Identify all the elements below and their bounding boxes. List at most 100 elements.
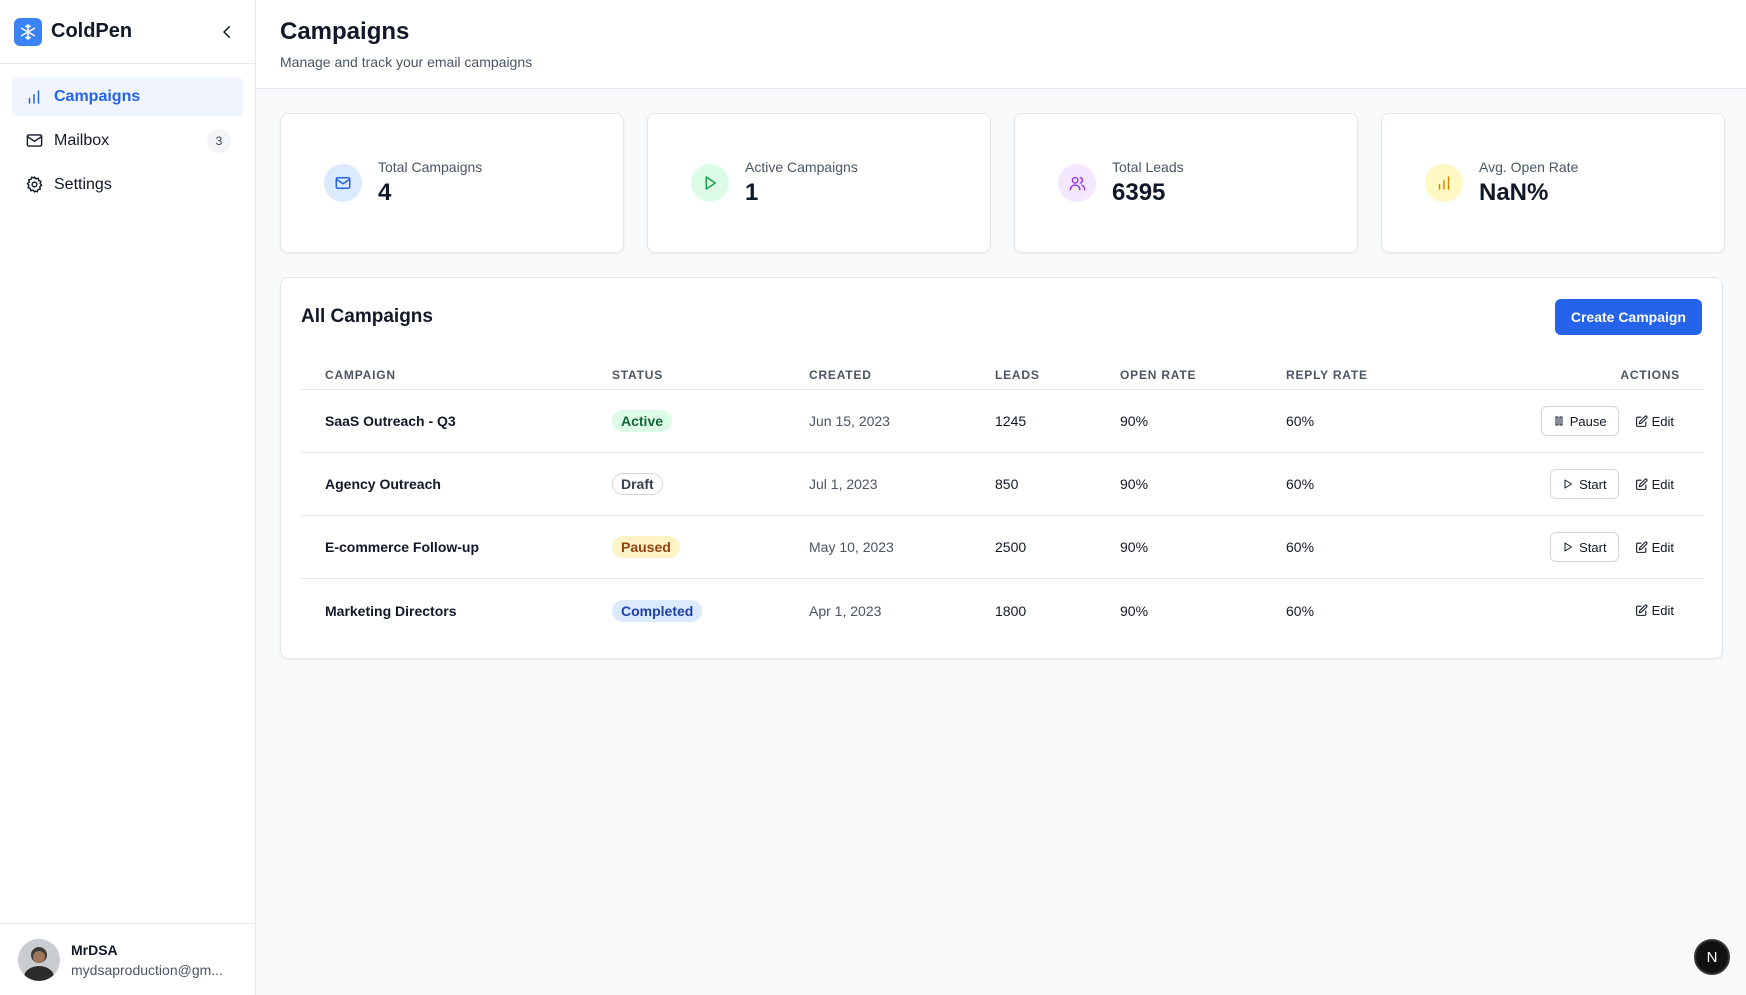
- column-header-campaign: CAMPAIGN: [325, 368, 396, 382]
- user-email: mydsaproduction@gm...: [71, 961, 223, 978]
- stat-label: Total Campaigns: [378, 159, 483, 175]
- stat-label: Avg. Open Rate: [1479, 159, 1579, 175]
- play-icon: [691, 164, 729, 202]
- column-header-created: CREATED: [809, 368, 872, 382]
- stat-value: 6395: [1112, 179, 1166, 206]
- column-header-actions: ACTIONS: [1620, 368, 1680, 382]
- stat-card-active-campaigns: Active Campaigns 1: [647, 113, 991, 253]
- reply-rate: 60%: [1286, 539, 1315, 555]
- gear-icon: [24, 175, 44, 195]
- status-badge: Paused: [612, 536, 680, 558]
- framework-badge[interactable]: N: [1694, 939, 1730, 975]
- table-title: All Campaigns: [301, 306, 433, 327]
- start-button[interactable]: Start: [1550, 532, 1619, 562]
- play-icon: [1562, 541, 1574, 553]
- pause-button[interactable]: Pause: [1540, 406, 1619, 436]
- edit-button[interactable]: Edit: [1629, 596, 1680, 626]
- row-actions: Start Edit: [1550, 532, 1680, 562]
- start-label: Start: [1579, 539, 1607, 555]
- edit-label: Edit: [1651, 603, 1674, 618]
- edit-button[interactable]: Edit: [1629, 532, 1680, 562]
- reply-rate: 60%: [1286, 413, 1315, 429]
- table-header-row: CAMPAIGN STATUS CREATED LEADS OPEN RATE …: [301, 356, 1704, 390]
- created-date: Apr 1, 2023: [809, 602, 882, 619]
- start-button[interactable]: Start: [1550, 469, 1619, 499]
- created-date: Jul 1, 2023: [809, 476, 878, 492]
- row-actions: Pause Edit: [1540, 406, 1680, 436]
- sidebar-item-label: Mailbox: [54, 131, 110, 149]
- start-label: Start: [1579, 476, 1607, 492]
- mailbox-count-badge: 3: [207, 128, 231, 153]
- bar-chart-icon: [1425, 164, 1463, 202]
- reply-rate: 60%: [1286, 476, 1315, 492]
- pause-icon: [1553, 415, 1565, 427]
- collapse-sidebar-button[interactable]: [213, 18, 241, 46]
- column-header-open-rate: OPEN RATE: [1120, 368, 1197, 382]
- stat-card-total-leads: Total Leads 6395: [1014, 113, 1358, 253]
- brand-header: ColdPen: [0, 0, 255, 64]
- sidebar-item-campaigns[interactable]: Campaigns: [12, 77, 243, 116]
- sidebar-nav: Campaigns Mailbox 3 Settings: [0, 64, 255, 204]
- table-row: Agency Outreach Draft Jul 1, 2023 850 90…: [301, 453, 1704, 516]
- status-cell: Active: [612, 410, 673, 432]
- status-badge: Completed: [612, 599, 703, 622]
- campaign-name[interactable]: Agency Outreach: [325, 476, 441, 492]
- edit-icon: [1635, 604, 1648, 617]
- status-cell: Completed: [612, 599, 703, 622]
- table-row: Marketing Directors Completed Apr 1, 202…: [301, 579, 1704, 642]
- column-header-reply-rate: REPLY RATE: [1286, 368, 1368, 382]
- sidebar-item-mailbox[interactable]: Mailbox 3: [12, 121, 243, 160]
- user-profile[interactable]: MrDSA mydsaproduction@gm...: [0, 923, 255, 995]
- bar-chart-icon: [24, 87, 44, 107]
- status-cell: Draft: [612, 473, 663, 495]
- open-rate: 90%: [1120, 413, 1149, 429]
- mail-icon: [324, 164, 362, 202]
- sidebar-item-settings[interactable]: Settings: [12, 165, 243, 204]
- page-header: Campaigns Manage and track your email ca…: [256, 0, 1746, 89]
- page-title: Campaigns: [280, 18, 410, 45]
- campaigns-table: CAMPAIGN STATUS CREATED LEADS OPEN RATE …: [301, 356, 1704, 642]
- edit-button[interactable]: Edit: [1629, 469, 1680, 499]
- status-badge: Draft: [612, 473, 663, 495]
- stat-label: Active Campaigns: [745, 159, 858, 175]
- campaign-name[interactable]: Marketing Directors: [325, 603, 456, 619]
- created-date: May 10, 2023: [809, 539, 894, 555]
- table-row: SaaS Outreach - Q3 Active Jun 15, 2023 1…: [301, 390, 1704, 453]
- row-actions: Edit: [1629, 596, 1680, 626]
- create-campaign-button[interactable]: Create Campaign: [1554, 299, 1702, 335]
- main-content: Campaigns Manage and track your email ca…: [256, 0, 1746, 995]
- stat-label: Total Leads: [1112, 159, 1184, 175]
- leads-count: 1245: [995, 413, 1027, 429]
- column-header-leads: LEADS: [995, 368, 1040, 382]
- edit-label: Edit: [1651, 539, 1674, 555]
- sidebar-item-label: Campaigns: [54, 87, 141, 105]
- row-actions: Start Edit: [1550, 469, 1680, 499]
- sidebar: ColdPen Campaigns Mailbox 3 Settings MrD…: [0, 0, 256, 995]
- app-name: ColdPen: [51, 20, 133, 42]
- open-rate: 90%: [1120, 602, 1149, 619]
- campaign-name[interactable]: SaaS Outreach - Q3: [325, 413, 456, 429]
- edit-icon: [1635, 477, 1648, 491]
- leads-count: 2500: [995, 539, 1027, 555]
- column-header-status: STATUS: [612, 368, 664, 382]
- mail-icon: [24, 131, 44, 151]
- sidebar-item-label: Settings: [54, 175, 112, 193]
- campaign-name[interactable]: E-commerce Follow-up: [325, 539, 479, 555]
- page-subtitle: Manage and track your email campaigns: [280, 54, 533, 70]
- status-badge: Active: [612, 410, 673, 432]
- edit-label: Edit: [1651, 476, 1674, 492]
- avatar: [18, 938, 60, 981]
- stat-card-avg-open-rate: Avg. Open Rate NaN%: [1381, 113, 1725, 253]
- stat-value: 4: [378, 179, 392, 206]
- table-row: E-commerce Follow-up Paused May 10, 2023…: [301, 516, 1704, 579]
- open-rate: 90%: [1120, 476, 1149, 492]
- stat-card-total-campaigns: Total Campaigns 4: [280, 113, 624, 253]
- stat-value: NaN%: [1479, 179, 1549, 206]
- stats-row: Total Campaigns 4 Active Campaigns 1 Tot…: [280, 113, 1725, 253]
- stat-value: 1: [745, 179, 759, 206]
- status-cell: Paused: [612, 536, 680, 558]
- user-name: MrDSA: [71, 941, 118, 958]
- edit-button[interactable]: Edit: [1629, 406, 1680, 436]
- created-date: Jun 15, 2023: [809, 413, 890, 429]
- leads-count: 850: [995, 476, 1019, 492]
